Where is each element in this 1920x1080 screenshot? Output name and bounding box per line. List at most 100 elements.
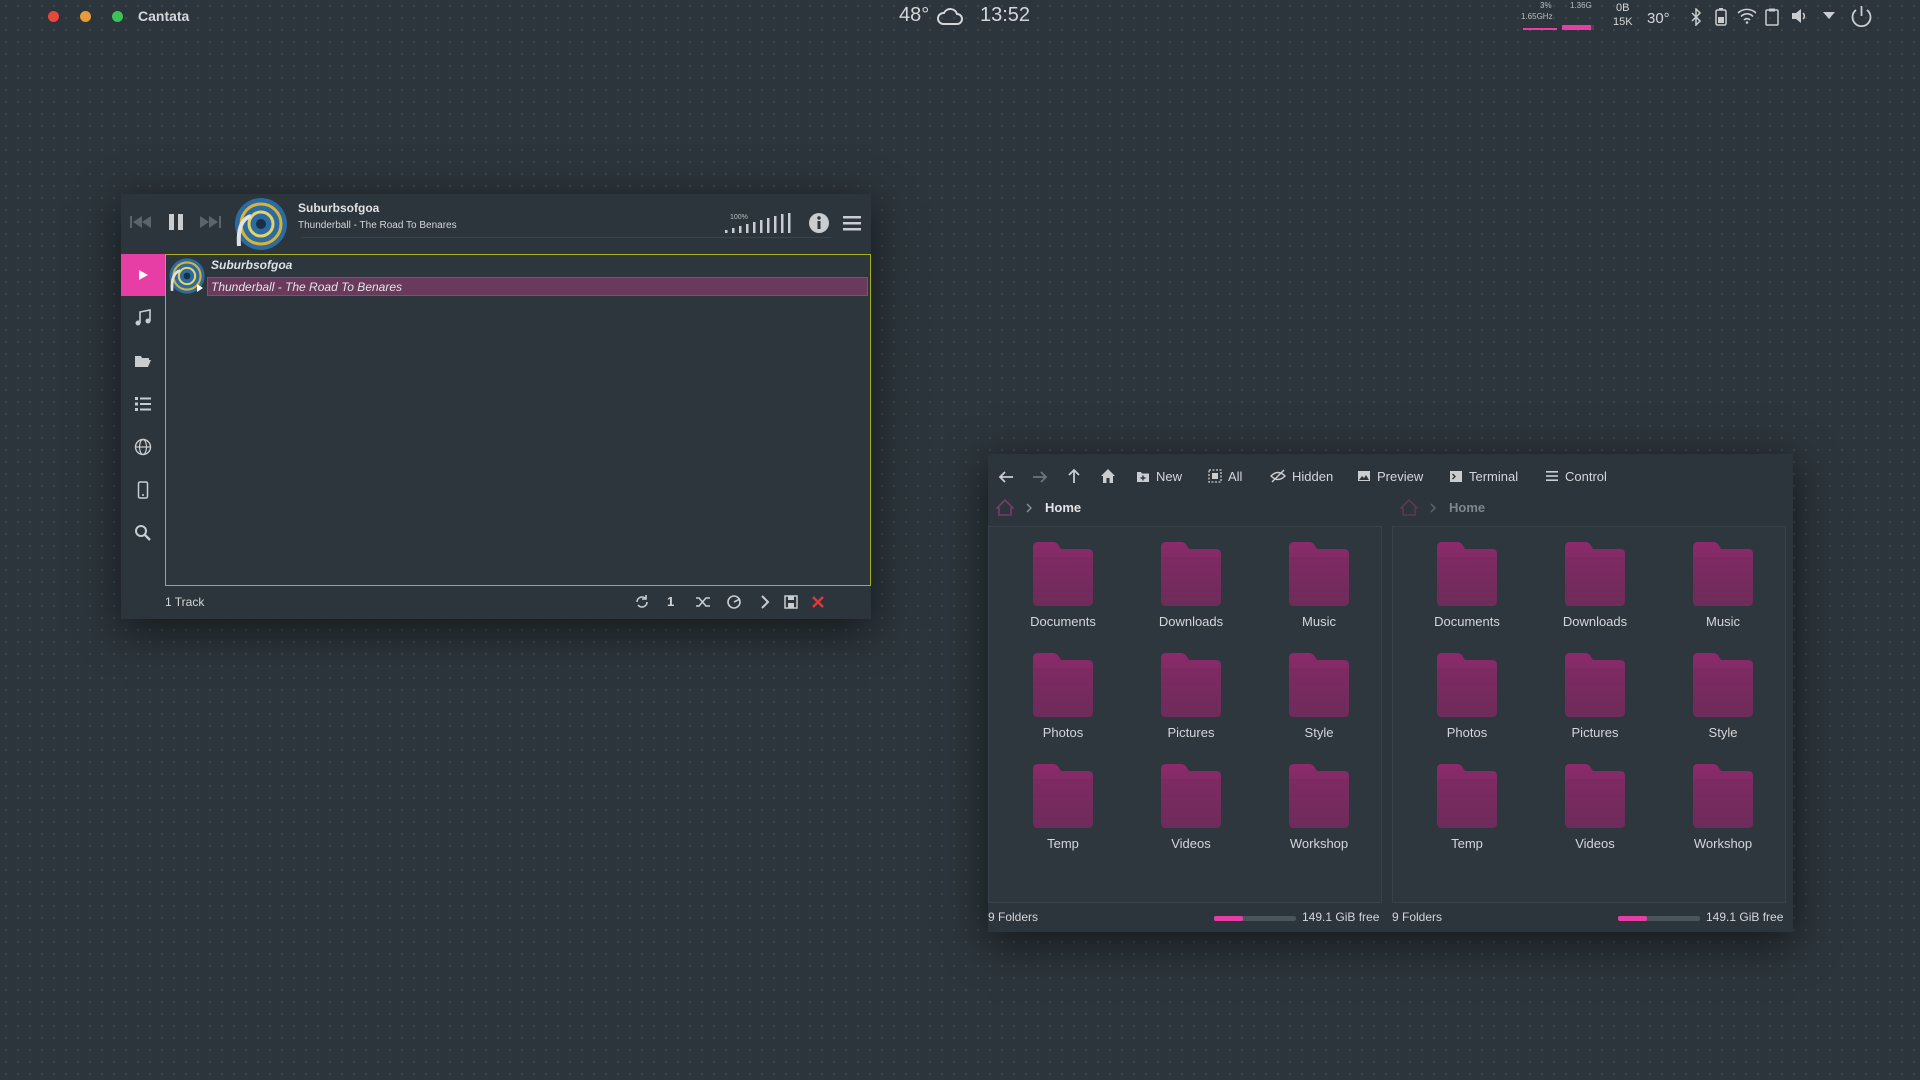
folder-icon xyxy=(1033,764,1093,828)
folder-item[interactable]: Documents xyxy=(1412,537,1522,642)
sidebar-item-internet[interactable] xyxy=(121,426,165,468)
folder-item[interactable]: Style xyxy=(1668,648,1778,753)
consume-icon[interactable] xyxy=(726,594,742,610)
phone-icon xyxy=(137,481,149,499)
cpu-graph xyxy=(1523,28,1557,30)
disk-usage-bar xyxy=(1618,916,1700,921)
folder-item[interactable]: Music xyxy=(1668,537,1778,642)
mem-bar xyxy=(1562,25,1594,30)
folder-item[interactable]: Videos xyxy=(1136,759,1246,864)
home-crumb-icon[interactable] xyxy=(1400,499,1418,516)
folder-item[interactable]: Pictures xyxy=(1540,648,1650,753)
terminal-button[interactable]: Terminal xyxy=(1449,464,1518,488)
back-icon[interactable] xyxy=(998,470,1014,484)
list-item[interactable]: Suburbsofgoa Thunderball - The Road To B… xyxy=(166,255,870,297)
globe-icon xyxy=(134,438,152,456)
active-app-name: Cantata xyxy=(138,8,190,24)
queue-item-selection[interactable]: Thunderball - The Road To Benares xyxy=(207,277,868,296)
sidebar-item-playlists[interactable] xyxy=(121,383,165,425)
select-all-button[interactable]: All xyxy=(1208,464,1242,488)
folder-icon xyxy=(1161,542,1221,606)
volume-icon[interactable] xyxy=(1790,7,1808,25)
free-space: 149.1 GiB free xyxy=(1706,910,1784,924)
disk-usage-fill xyxy=(1618,916,1647,921)
preview-button[interactable]: Preview xyxy=(1357,464,1423,488)
hidden-files-button[interactable]: Hidden xyxy=(1270,464,1333,488)
folder-label: Documents xyxy=(1434,614,1500,629)
menu-icon[interactable] xyxy=(842,215,862,231)
save-icon[interactable] xyxy=(783,594,799,610)
home-icon[interactable] xyxy=(1100,468,1116,484)
select-all-icon xyxy=(1208,469,1222,483)
folder-icon xyxy=(1033,542,1093,606)
next-track-button[interactable] xyxy=(196,208,224,236)
volume-bars[interactable] xyxy=(724,212,804,234)
clipboard-icon[interactable] xyxy=(1765,8,1779,26)
sidebar-item-folders[interactable] xyxy=(121,340,165,382)
folder-label: Videos xyxy=(1171,836,1211,851)
folder-label: Downloads xyxy=(1158,614,1224,629)
folder-label: Pictures xyxy=(1571,725,1619,740)
folder-item[interactable]: Temp xyxy=(1008,759,1118,864)
new-button[interactable]: New xyxy=(1136,464,1182,488)
home-crumb-icon[interactable] xyxy=(996,499,1014,516)
bluetooth-icon[interactable] xyxy=(1690,8,1702,26)
folder-icon xyxy=(1565,653,1625,717)
folder-item[interactable]: Downloads xyxy=(1136,537,1246,642)
info-icon[interactable] xyxy=(808,212,830,234)
sidebar-item-play-queue[interactable] xyxy=(121,254,165,296)
folder-item[interactable]: Workshop xyxy=(1668,759,1778,864)
folder-item[interactable]: Workshop xyxy=(1264,759,1374,864)
folder-label: Music xyxy=(1706,614,1740,629)
forward-icon[interactable] xyxy=(1032,470,1048,484)
up-icon[interactable] xyxy=(1067,468,1081,484)
weather-temp[interactable]: 48° xyxy=(899,4,929,27)
folder-count: 9 Folders xyxy=(988,910,1039,924)
close-dot[interactable] xyxy=(48,11,59,22)
cloud-icon xyxy=(937,8,963,25)
folder-item[interactable]: Music xyxy=(1264,537,1374,642)
folder-item[interactable]: Photos xyxy=(1008,648,1118,753)
control-menu-button[interactable]: Control xyxy=(1545,464,1607,488)
breadcrumb-home[interactable]: Home xyxy=(1045,500,1081,515)
shuffle-icon[interactable] xyxy=(695,594,711,610)
pause-button[interactable] xyxy=(162,208,190,236)
clear-icon[interactable] xyxy=(811,595,825,609)
folder-label: Workshop xyxy=(1289,836,1349,851)
clock[interactable]: 13:52 xyxy=(980,4,1030,27)
preview-label: Preview xyxy=(1377,468,1424,484)
folder-item[interactable]: Style xyxy=(1264,648,1374,753)
play-queue[interactable]: Suburbsofgoa Thunderball - The Road To B… xyxy=(165,254,871,586)
single-mode-button[interactable]: 1 xyxy=(667,594,674,609)
folder-label: Style xyxy=(1304,725,1334,740)
power-icon[interactable] xyxy=(1849,4,1874,29)
sidebar-item-library[interactable] xyxy=(121,297,165,339)
folder-item[interactable]: Photos xyxy=(1412,648,1522,753)
folder-label: Downloads xyxy=(1562,614,1628,629)
sidebar-item-devices[interactable] xyxy=(121,469,165,511)
repeat-icon[interactable] xyxy=(634,594,650,610)
queue-item-artist: Suburbsofgoa xyxy=(211,258,293,272)
previous-track-button[interactable] xyxy=(127,208,155,236)
album-cover[interactable] xyxy=(233,196,289,252)
right-pane[interactable]: Documents Downloads Music Photos Pictures Sty… xyxy=(1392,526,1786,903)
sidebar-item-search[interactable] xyxy=(121,512,165,554)
mem-bar-fill xyxy=(1562,25,1591,30)
folder-item[interactable]: Downloads xyxy=(1540,537,1650,642)
chevron-right-icon[interactable] xyxy=(758,594,772,610)
folder-item[interactable]: Pictures xyxy=(1136,648,1246,753)
folder-item[interactable]: Documents xyxy=(1008,537,1118,642)
left-pane[interactable]: Documents Downloads Music Photos Pictures Sty… xyxy=(988,526,1382,903)
minimize-dot[interactable] xyxy=(80,11,91,22)
disk-usage-fill xyxy=(1214,916,1243,921)
wifi-icon[interactable] xyxy=(1737,8,1757,24)
breadcrumb-home[interactable]: Home xyxy=(1449,500,1485,515)
folder-item[interactable]: Temp xyxy=(1412,759,1522,864)
chevron-down-icon[interactable] xyxy=(1822,11,1836,20)
cpu-freq: 1.65GHz xyxy=(1521,12,1553,21)
maximize-dot[interactable] xyxy=(112,11,123,22)
folder-item[interactable]: Videos xyxy=(1540,759,1650,864)
folder-icon xyxy=(1437,542,1497,606)
progress-slider[interactable] xyxy=(301,237,831,238)
battery-icon[interactable] xyxy=(1715,8,1727,26)
